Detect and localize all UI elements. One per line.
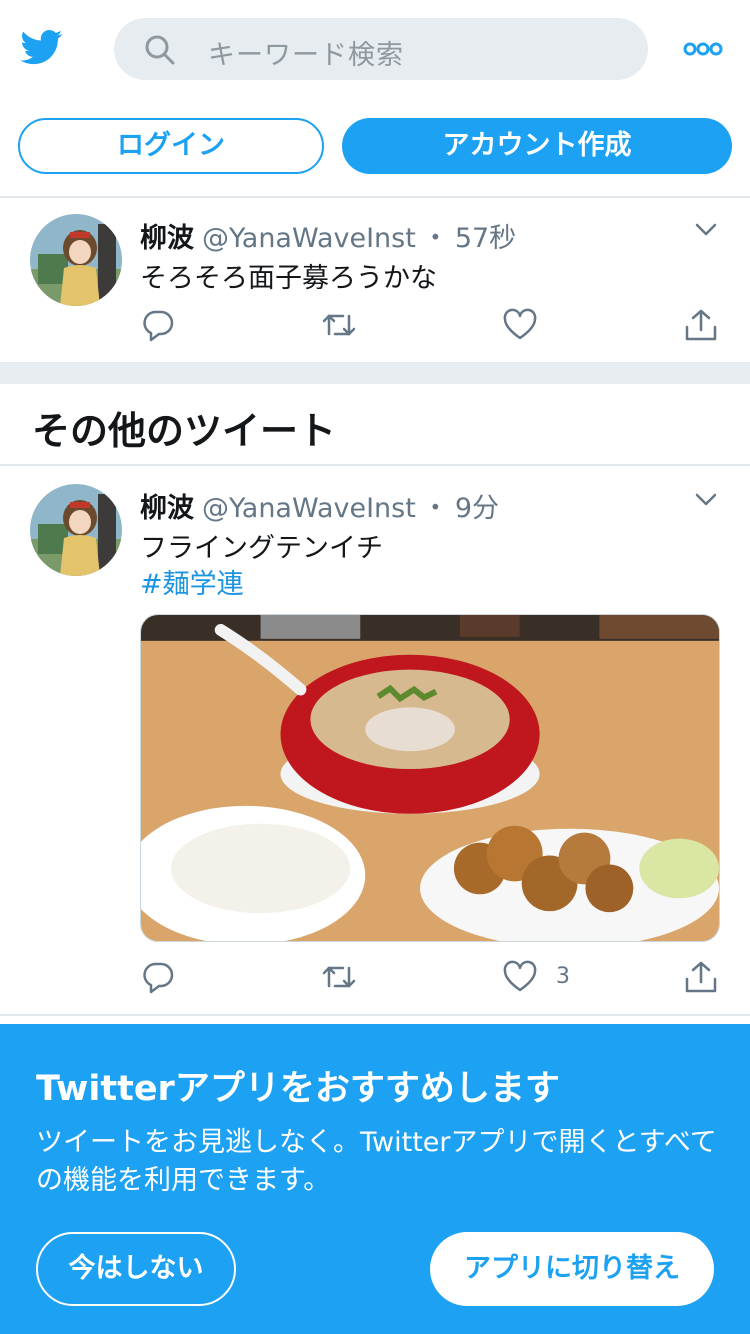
tweet-actions: 3 [0, 960, 750, 994]
meta-separator: ・ [421, 493, 449, 524]
app-promo-banner: Twitterアプリをおすすめします ツイートをお見逃しなく。Twitterアプ… [0, 1024, 750, 1334]
tweet-time[interactable]: 57秒 [455, 223, 516, 254]
search-placeholder: キーワード検索 [208, 40, 404, 71]
tweet-actions [0, 308, 750, 342]
auth-actions: ログイン アカウント作成 [0, 118, 750, 176]
tweet-time[interactable]: 9分 [455, 493, 499, 524]
tweet[interactable]: 柳波 @YanaWaveInst ・ 57秒 そろそろ面子募ろうかな [0, 198, 750, 362]
author-name[interactable]: 柳波 [140, 223, 194, 254]
like-heart-icon[interactable] [503, 308, 537, 342]
like-count: 3 [556, 964, 570, 989]
section-title: その他のツイート [32, 409, 337, 453]
search-icon [145, 35, 175, 65]
not-now-button[interactable]: 今はしない [36, 1232, 236, 1306]
chevron-down-icon[interactable] [694, 222, 718, 238]
promo-body: ツイートをお見逃しなく。Twitterアプリで開くとすべての機能を利用できます。 [36, 1127, 717, 1196]
share-icon[interactable] [684, 960, 718, 994]
avatar[interactable] [30, 484, 122, 576]
section-separator [0, 362, 750, 384]
reply-icon[interactable] [141, 960, 175, 994]
share-icon[interactable] [684, 308, 718, 342]
author-name[interactable]: 柳波 [140, 493, 194, 524]
tweet-photo[interactable] [140, 614, 720, 942]
signup-button[interactable]: アカウント作成 [342, 118, 732, 174]
author-handle[interactable]: @YanaWaveInst [202, 223, 416, 254]
search-bar[interactable]: キーワード検索 [114, 18, 648, 80]
hashtag-link[interactable]: #麺学連 [140, 562, 244, 601]
tweet-text: そろそろ面子募ろうかな [140, 263, 437, 294]
tweet-meta: 柳波 @YanaWaveInst ・ 9分 [140, 486, 499, 525]
retweet-icon[interactable] [322, 308, 356, 342]
tweet-meta: 柳波 @YanaWaveInst ・ 57秒 [140, 216, 516, 255]
switch-to-app-button[interactable]: アプリに切り替え [430, 1232, 714, 1306]
author-handle[interactable]: @YanaWaveInst [202, 493, 416, 524]
divider [0, 1014, 750, 1016]
more-dots-icon[interactable] [678, 32, 728, 66]
retweet-icon[interactable] [322, 960, 356, 994]
chevron-down-icon[interactable] [694, 492, 718, 508]
twitter-bird-icon[interactable] [18, 26, 66, 68]
reply-icon[interactable] [141, 308, 175, 342]
promo-title: Twitterアプリをおすすめします [36, 1069, 560, 1109]
avatar[interactable] [30, 214, 122, 306]
meta-separator: ・ [421, 223, 449, 254]
tweet-text: フライングテンイチ [140, 533, 383, 564]
login-button[interactable]: ログイン [18, 118, 324, 174]
like-heart-icon[interactable] [503, 960, 537, 994]
top-bar: キーワード検索 [0, 0, 750, 98]
